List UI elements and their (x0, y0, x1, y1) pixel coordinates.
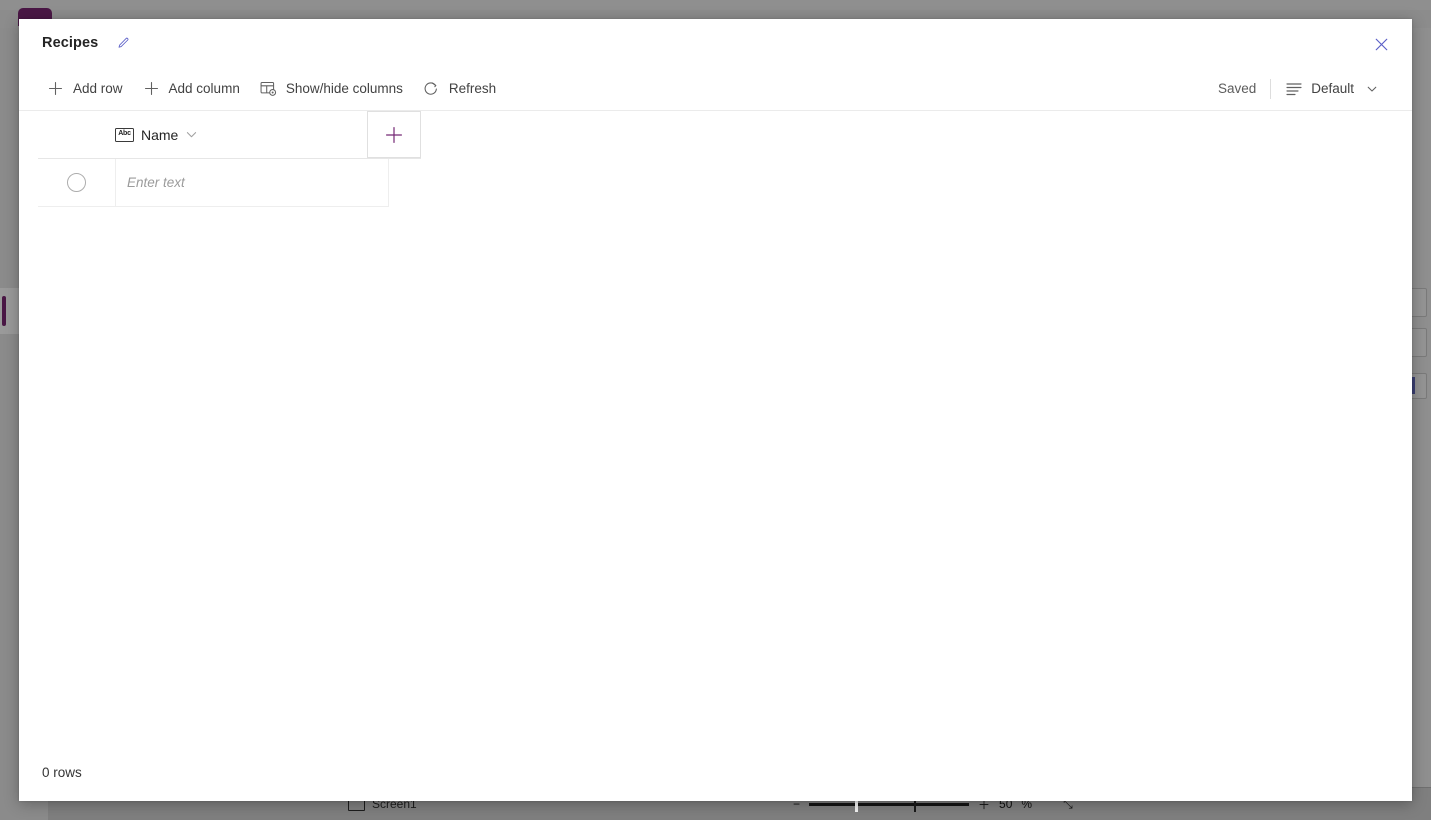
dialog-command-bar: Add row Add column Show/hide columns Ref… (19, 67, 1412, 111)
show-hide-columns-label: Show/hide columns (285, 81, 403, 96)
columns-settings-icon (260, 80, 277, 97)
studio-top-bar (0, 0, 1431, 10)
close-icon-svg (1375, 38, 1387, 50)
close-icon[interactable] (1366, 29, 1396, 59)
row-count-label: 0 rows (42, 764, 82, 780)
command-bar-right-group: Saved Default (1218, 73, 1390, 105)
grid-column-header-label: Name (141, 126, 179, 143)
chevron-down-icon[interactable] (185, 128, 198, 141)
plus-icon (143, 80, 160, 97)
plus-icon-svg (48, 81, 63, 96)
recipes-table-dialog: Recipes Add row Add column Show/hide col… (19, 19, 1412, 801)
dialog-title-bar: Recipes (19, 19, 1412, 67)
plus-icon-svg (144, 81, 158, 96)
pencil-icon-svg (118, 37, 129, 48)
grid-header-select-cell (38, 111, 115, 158)
command-bar-divider (1270, 78, 1272, 99)
dialog-footer: 0 rows (19, 743, 1412, 801)
view-selector-button[interactable]: Default (1275, 73, 1390, 105)
add-column-button[interactable]: Add column (133, 73, 250, 105)
pencil-icon[interactable] (110, 30, 136, 56)
chevron-down-icon-svg (1367, 86, 1376, 92)
row-select-circle-icon[interactable] (67, 173, 86, 192)
grid-column-header-name[interactable]: Abc Name (115, 111, 366, 158)
grid-cell-name[interactable] (116, 159, 389, 206)
refresh-icon-svg (424, 81, 438, 95)
plus-icon (386, 126, 402, 143)
text-type-icon: Abc (115, 127, 134, 142)
refresh-label: Refresh (448, 81, 497, 96)
refresh-button[interactable]: Refresh (413, 73, 506, 105)
plus-icon (47, 80, 64, 97)
name-input[interactable] (125, 174, 388, 191)
add-row-label: Add row (73, 81, 123, 96)
add-column-grid-button[interactable] (367, 111, 421, 158)
show-hide-columns-button[interactable]: Show/hide columns (250, 73, 413, 105)
add-column-label: Add column (168, 81, 240, 96)
grid-new-row (38, 159, 389, 207)
chevron-down-icon (1363, 80, 1380, 97)
saved-status-label: Saved (1217, 81, 1257, 96)
chevron-down-icon-svg (187, 132, 197, 138)
grid-header-row: Abc Name (38, 111, 421, 159)
columns-settings-icon-svg (260, 81, 276, 96)
add-row-button[interactable]: Add row (37, 73, 133, 105)
row-select-cell[interactable] (38, 159, 116, 206)
view-selector-label: Default (1311, 81, 1354, 96)
list-view-icon (1285, 80, 1302, 97)
list-view-icon-svg (1286, 82, 1302, 95)
dialog-title: Recipes (42, 35, 99, 51)
refresh-icon (423, 80, 440, 97)
data-grid: Abc Name (19, 111, 1412, 743)
zoom-slider[interactable] (809, 796, 970, 812)
